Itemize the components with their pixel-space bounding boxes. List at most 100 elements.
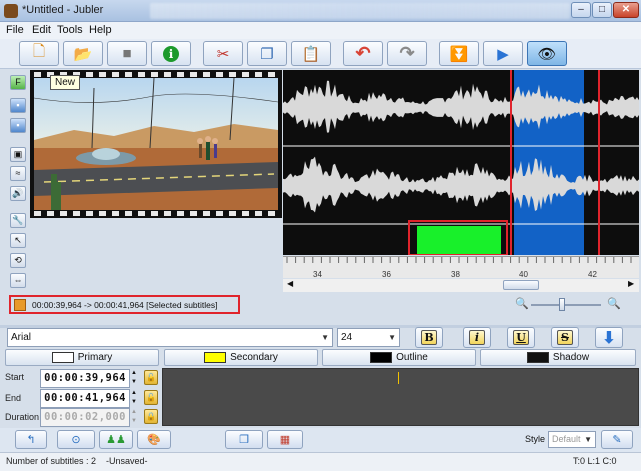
title-bar: *Untitled - Jubler – □ ✕ [0, 0, 641, 22]
film-perforation [242, 211, 249, 216]
chevron-down-icon: ▼ [584, 435, 592, 444]
waveform-scrollbar[interactable]: ◀ ▶ [283, 279, 639, 292]
scroll-thumb[interactable] [503, 280, 539, 290]
minimize-button[interactable]: – [571, 2, 591, 18]
resize-icon[interactable]: ⇔ [10, 273, 26, 288]
video-icon[interactable]: ▣ [10, 147, 26, 162]
close-button[interactable]: ✕ [613, 2, 639, 18]
new-button[interactable]: 🗋 [19, 41, 59, 66]
duration-lock-icon[interactable]: 🔒 [144, 409, 158, 424]
grid-button[interactable]: ▦ [267, 430, 303, 449]
apply-style-button[interactable]: ⬇ [595, 327, 623, 348]
ruler-label: 42 [588, 270, 597, 279]
copy-page-icon: ❐ [239, 434, 249, 446]
play-button[interactable]: ▶ [483, 41, 523, 66]
jubler-app-icon [4, 4, 18, 18]
end-time-field[interactable]: 00:00:41,964 [40, 389, 130, 408]
tools-icon[interactable]: 🔧 [10, 213, 26, 228]
window-b-icon[interactable]: ▪ [10, 118, 26, 133]
scroll-left-icon[interactable]: ◀ [287, 279, 293, 288]
strikethrough-icon: S [557, 330, 573, 345]
pointer-icon[interactable]: ↖ [10, 233, 26, 248]
zoom-knob[interactable] [559, 298, 565, 311]
outline-color-button[interactable]: Outline [322, 349, 476, 366]
menu-edit[interactable]: Edit [32, 24, 51, 36]
maximize-button[interactable]: □ [592, 2, 612, 18]
video-frame[interactable] [34, 78, 278, 210]
start-time-field[interactable]: 00:00:39,964 [40, 369, 130, 388]
menu-file[interactable]: File [6, 24, 24, 36]
undo-button[interactable]: ↶ [343, 41, 383, 66]
film-perforation [99, 211, 106, 216]
menu-bar: File Edit Tools Help [0, 22, 641, 39]
menu-tools[interactable]: Tools [57, 24, 83, 36]
save-status: -Unsaved- [106, 456, 148, 466]
collapse-icon: ⏬ [449, 45, 469, 63]
zoom-slider[interactable]: 🔍 🔍 [515, 296, 625, 312]
film-perforation [203, 211, 210, 216]
film-perforation [138, 72, 145, 77]
waveform-view[interactable] [283, 61, 639, 265]
open-button[interactable]: 📂 [63, 41, 103, 66]
characters-button[interactable]: ♟♟ [99, 430, 133, 449]
duration-field[interactable]: 00:00:02,000 [40, 408, 130, 427]
edit-style-button[interactable]: ✎ [601, 430, 633, 449]
copy-icon: ❐ [260, 45, 274, 63]
info-button[interactable]: ℹ [151, 41, 191, 66]
collapse-button[interactable]: ⏬ [439, 41, 479, 66]
paste-button[interactable]: 📋 [291, 41, 331, 66]
save-icon: ■ [122, 45, 132, 62]
font-select[interactable]: Arial ▼ [7, 328, 333, 347]
outline-swatch [370, 352, 393, 363]
style-editor-button[interactable]: 🎨 [137, 430, 171, 449]
copy-button[interactable]: ❐ [247, 41, 287, 66]
menu-help[interactable]: Help [89, 24, 112, 36]
film-perforation [86, 211, 93, 216]
redo-button[interactable]: ↷ [387, 41, 427, 66]
italic-button[interactable]: i [463, 327, 491, 348]
speaker-icon[interactable]: 🔊 [10, 186, 26, 201]
preview-button[interactable]: 👁 [527, 41, 567, 66]
style-select[interactable]: Default ▼ [548, 431, 596, 448]
palette-icon: 🎨 [147, 434, 161, 446]
copy-subtitle-button[interactable]: ❐ [225, 430, 263, 449]
font-value: Arial [11, 332, 32, 343]
insert-before-button[interactable]: ↰ [15, 430, 47, 449]
film-perforation [177, 72, 184, 77]
main-toolbar: 🗋 📂 ■ ℹ ✂ ❐ 📋 ↶ ↷ ⏬ ▶ 👁 [0, 39, 641, 69]
subtitle-text-editor[interactable] [162, 368, 639, 426]
zoom-out-icon[interactable]: 🔍 [515, 297, 529, 310]
film-perforation [34, 72, 41, 77]
mode-icon[interactable]: F [10, 75, 26, 90]
start-spinner[interactable]: ▲ ▼ [131, 369, 137, 387]
cut-button[interactable]: ✂ [203, 41, 243, 66]
audio-wave-icon[interactable]: ≈ [10, 166, 26, 181]
font-size-select[interactable]: 24 ▼ [337, 328, 400, 347]
underline-button[interactable]: U [507, 327, 535, 348]
secondary-swatch [204, 352, 227, 363]
duration-spinner[interactable]: ▲ ▼ [131, 408, 137, 426]
save-button[interactable]: ■ [107, 41, 147, 66]
film-perforation [164, 211, 171, 216]
secondary-color-button[interactable]: Secondary [164, 349, 318, 366]
scroll-right-icon[interactable]: ▶ [628, 279, 634, 288]
shadow-color-button[interactable]: Shadow [480, 349, 636, 366]
window-a-icon[interactable]: ▪ [10, 98, 26, 113]
end-spinner[interactable]: ▲ ▼ [131, 389, 137, 407]
start-lock-icon[interactable]: 🔓 [144, 370, 158, 385]
primary-color-button[interactable]: Primary [5, 349, 159, 366]
loop-icon[interactable]: ⟲ [10, 253, 26, 268]
primary-swatch [51, 352, 74, 363]
strikethrough-button[interactable]: S [551, 327, 579, 348]
tooltip-new: New [50, 75, 81, 90]
open-folder-icon: 📂 [73, 45, 93, 63]
film-perforation [125, 211, 132, 216]
time-ruler: 34 36 38 40 42 [283, 256, 639, 279]
preview-eye-icon: 👁 [537, 45, 557, 63]
end-lock-icon[interactable]: 🔓 [144, 390, 158, 405]
clock-icon: ⊙ [71, 434, 81, 446]
zoom-in-icon[interactable]: 🔍 [607, 297, 621, 310]
film-perforation [60, 211, 67, 216]
time-button[interactable]: ⊙ [57, 430, 95, 449]
bold-button[interactable]: B [415, 327, 443, 348]
